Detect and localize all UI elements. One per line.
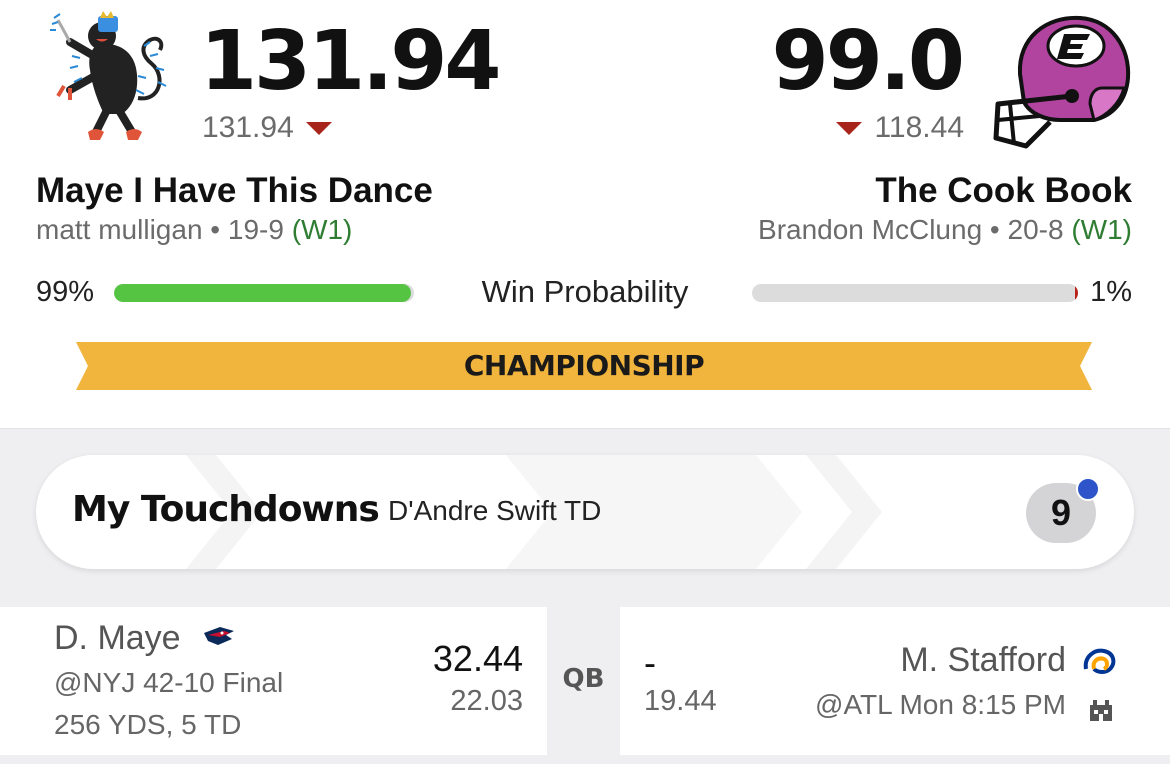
team-logo-right[interactable]	[990, 4, 1135, 149]
player-points-right: -	[644, 642, 656, 683]
win-probability-row: Win Probability 99% 1%	[0, 270, 1170, 314]
separator-dot: •	[989, 214, 1000, 245]
player-name-left[interactable]: D. Maye	[54, 617, 181, 659]
record-right: 20-8	[1007, 214, 1064, 245]
player-row-qb[interactable]: D. Maye @NYJ 42-10 Final 256 YDS, 5 TD 3…	[0, 607, 1170, 755]
win-prob-fill-right	[1074, 284, 1078, 302]
matchup-details: My Touchdowns D'Andre Swift TD 9 D. Maye…	[0, 428, 1170, 764]
player-game-left: @NYJ 42-10 Final	[54, 667, 284, 698]
projected-score-right: 118.44	[836, 110, 964, 146]
record-left: 19-9	[227, 214, 284, 245]
owner-info-right: Brandon McClung • 20-8 (W1)	[758, 212, 1132, 248]
owner-name-right: Brandon McClung	[758, 214, 983, 245]
patriots-logo-icon	[204, 627, 234, 645]
player-card-right[interactable]: - 19.44 M. Stafford @ATL Mon 8:15 PM	[620, 607, 1170, 755]
player-game-right: @ATL Mon 8:15 PM	[815, 689, 1066, 720]
position-slot-label: QB	[562, 664, 605, 694]
team-logo-left[interactable]	[40, 6, 180, 146]
owner-info-left: matt mulligan • 19-9 (W1)	[36, 212, 352, 248]
my-touchdowns-title: My Touchdowns	[72, 489, 380, 530]
my-touchdowns-card[interactable]: My Touchdowns D'Andre Swift TD 9	[36, 455, 1134, 569]
matchup-header: 131.94 131.94 99.0 118.44 Maye I Have Th…	[0, 0, 1170, 428]
round-label: CHAMPIONSHIP	[463, 349, 705, 382]
position-slot: QB	[547, 607, 620, 755]
stadium-icon	[1090, 700, 1112, 721]
win-pct-right: 1%	[1090, 276, 1132, 308]
win-prob-bar-left	[114, 284, 414, 302]
player-projected-left: 22.03	[450, 685, 523, 717]
owner-name-left: matt mulligan	[36, 214, 203, 245]
separator-dot: •	[210, 214, 221, 245]
win-pct-left: 99%	[36, 276, 95, 308]
monkey-mascot-icon	[50, 11, 167, 140]
projected-score-left: 131.94	[202, 110, 332, 146]
score-down-arrow-icon	[305, 121, 332, 135]
championship-ribbon: CHAMPIONSHIP	[76, 342, 1092, 390]
win-prob-bar-right	[752, 284, 1078, 302]
team-score-right: 99.0	[771, 14, 965, 109]
player-projected-right: 19.44	[644, 685, 717, 717]
team-name-left[interactable]: Maye I Have This Dance	[36, 170, 433, 212]
team-name-right[interactable]: The Cook Book	[875, 170, 1132, 212]
player-stats-left: 256 YDS, 5 TD	[54, 709, 242, 740]
projected-score-right-value: 118.44	[874, 111, 964, 144]
win-prob-fill-left	[114, 284, 411, 302]
rams-logo-icon	[1083, 648, 1116, 674]
notification-dot	[1076, 477, 1100, 501]
score-down-arrow-icon	[836, 121, 863, 135]
helmet-icon	[993, 15, 1131, 149]
player-points-left: 32.44	[432, 638, 523, 679]
player-card-left[interactable]: D. Maye @NYJ 42-10 Final 256 YDS, 5 TD 3…	[0, 607, 547, 755]
projected-score-left-value: 131.94	[202, 111, 294, 144]
team-score-left: 131.94	[200, 14, 501, 109]
streak-right: (W1)	[1071, 214, 1132, 245]
player-name-right[interactable]: M. Stafford	[900, 639, 1066, 681]
streak-left: (W1)	[291, 214, 353, 245]
latest-touchdown-text: D'Andre Swift TD	[388, 495, 602, 526]
